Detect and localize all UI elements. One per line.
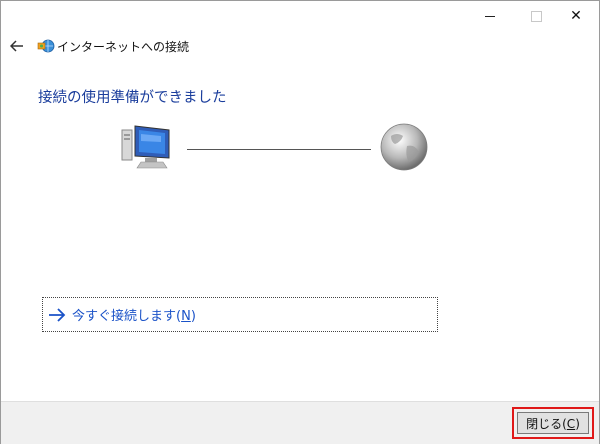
minimize-icon [485, 15, 495, 17]
connect-now-label: 今すぐ接続します(N) [72, 309, 196, 324]
connect-to-internet-window: ✕ インターネットへの接続 接続の使用準備ができました 今すぐ接続します(N) … [0, 0, 600, 444]
close-button-mnemonic: C [566, 416, 576, 431]
back-button[interactable] [7, 36, 27, 56]
back-arrow-icon [10, 40, 23, 52]
page-heading: 接続の使用準備ができました [38, 90, 227, 106]
globe-icon [380, 123, 428, 171]
wizard-nav: インターネットへの接続 [1, 33, 599, 59]
connect-now-mnemonic: N [181, 309, 191, 324]
maximize-icon [530, 10, 542, 22]
close-window-button[interactable]: ✕ [553, 1, 599, 31]
network-globe-icon [37, 39, 55, 53]
close-button-label: 閉じる(C) [526, 416, 580, 431]
connection-line [187, 149, 371, 150]
dialog-footer [1, 401, 599, 444]
computer-icon [121, 125, 170, 169]
connect-now-link[interactable]: 今すぐ接続します(N) [42, 297, 438, 332]
close-button[interactable]: 閉じる(C) [517, 412, 589, 434]
minimize-button[interactable] [467, 1, 513, 31]
wizard-title: インターネットへの接続 [57, 40, 190, 54]
arrow-right-icon [49, 307, 66, 322]
title-bar: ✕ [1, 1, 599, 31]
close-icon: ✕ [570, 8, 582, 24]
